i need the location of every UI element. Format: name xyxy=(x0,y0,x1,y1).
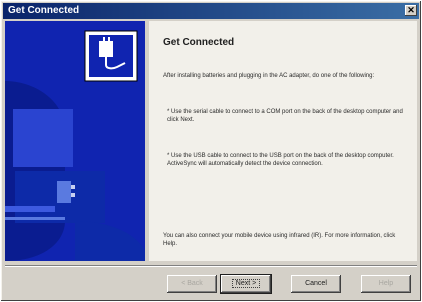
side-graphic-illustration xyxy=(5,21,145,261)
close-icon: ✕ xyxy=(407,5,415,15)
help-button[interactable]: Help xyxy=(361,275,411,293)
infrared-note: You can also connect your mobile device … xyxy=(163,233,396,247)
next-button[interactable]: Next > xyxy=(220,274,272,294)
wizard-content: Get Connected After installing batteries… xyxy=(149,21,417,261)
cancel-button[interactable]: Cancel xyxy=(291,275,341,293)
title-bar[interactable]: Get Connected ✕ xyxy=(3,3,419,19)
wizard-window: Get Connected ✕ Get Connected After inst… xyxy=(0,0,422,302)
next-button-label: Next > xyxy=(231,279,261,288)
usb-instruction: * Use the USB cable to connect to the US… xyxy=(167,153,394,167)
back-button[interactable]: < Back xyxy=(167,275,217,293)
intro-text: After installing batteries and plugging … xyxy=(163,73,375,79)
device-plug-icon xyxy=(84,30,138,82)
wizard-side-graphic xyxy=(5,21,145,261)
close-button[interactable]: ✕ xyxy=(405,5,417,16)
serial-instruction: * Use the serial cable to connect to a C… xyxy=(167,109,403,123)
page-title: Get Connected xyxy=(163,37,235,48)
window-title: Get Connected xyxy=(8,5,80,16)
button-divider xyxy=(5,265,417,267)
